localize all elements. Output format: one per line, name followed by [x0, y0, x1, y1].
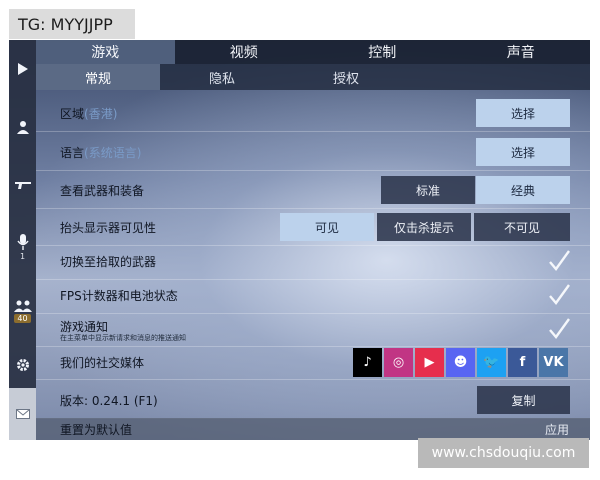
- region-row: 区域(香港) 选择: [36, 95, 590, 132]
- language-row: 语言(系统语言) 选择: [36, 134, 590, 171]
- social-label: 我们的社交媒体: [60, 355, 145, 370]
- youtube-icon[interactable]: ▶: [415, 348, 444, 377]
- notify-checkbox[interactable]: [546, 316, 572, 342]
- social-row: 我们的社交媒体 ♪ ◎ ▶ ☻ 🐦 f VK: [36, 345, 590, 380]
- hud-option-visible[interactable]: 可见: [280, 213, 374, 241]
- weapons-option-classic[interactable]: 经典: [476, 176, 570, 204]
- subtab-privacy[interactable]: 隐私: [160, 64, 284, 90]
- gun-icon: [14, 182, 31, 189]
- language-label: 语言(系统语言): [60, 145, 142, 160]
- main-tabs: 游戏 视频 控制 声音: [36, 40, 590, 64]
- tab-sound[interactable]: 声音: [452, 40, 591, 64]
- version-row: 版本: 0.24.1 (F1) 复制: [36, 382, 590, 419]
- switch-weapon-label: 切换至拾取的武器: [60, 254, 157, 269]
- rail-mail[interactable]: [9, 388, 36, 440]
- person-icon: [16, 121, 29, 134]
- reset-defaults-button[interactable]: 重置为默认值: [60, 421, 132, 438]
- hud-option-hidden[interactable]: 不可见: [474, 213, 570, 241]
- tiktok-icon[interactable]: ♪: [353, 348, 382, 377]
- discord-icon[interactable]: ☻: [446, 348, 475, 377]
- sub-tabs: 常规 隐私 授权: [36, 64, 590, 90]
- settings-screen: 1 40 游戏 视频 控制 声音 常规 隐私 授权 区域(香港) 选择 语言(系…: [9, 40, 590, 440]
- rail-play[interactable]: [9, 40, 36, 98]
- apply-button[interactable]: 应用: [545, 421, 569, 438]
- rail-weapons[interactable]: [9, 156, 36, 214]
- gear-icon: [16, 359, 29, 371]
- rail-voice[interactable]: 1: [9, 214, 36, 280]
- tg-overlay-label: TG: MYYJJPP: [9, 9, 135, 39]
- copy-version-button[interactable]: 复制: [477, 386, 570, 414]
- region-select-button[interactable]: 选择: [476, 99, 570, 127]
- microphone-icon: [16, 233, 29, 250]
- region-value: (香港): [84, 106, 118, 121]
- twitter-icon[interactable]: 🐦: [477, 348, 506, 377]
- bottom-bar: 重置为默认值 应用: [36, 418, 590, 440]
- mail-icon: [15, 409, 30, 419]
- settings-content: 游戏 视频 控制 声音 常规 隐私 授权 区域(香港) 选择 语言(系统语言) …: [36, 40, 590, 440]
- rail-profile[interactable]: [9, 98, 36, 156]
- subtab-license[interactable]: 授权: [284, 64, 408, 90]
- left-rail: 1 40: [9, 40, 36, 440]
- rail-settings[interactable]: [9, 342, 36, 388]
- group-icon: [13, 300, 32, 312]
- fps-row: FPS计数器和电池状态: [36, 277, 590, 314]
- play-icon: [17, 63, 28, 75]
- weapons-row: 查看武器和装备 标准 经典: [36, 172, 590, 209]
- hud-option-kill-only[interactable]: 仅击杀提示: [377, 213, 471, 241]
- language-value: (系统语言): [84, 145, 142, 160]
- version-label: 版本: 0.24.1 (F1): [60, 393, 158, 408]
- facebook-icon[interactable]: f: [508, 348, 537, 377]
- notify-note: 在主菜单中显示新请求和消息的推送通知: [60, 334, 186, 342]
- switch-weapon-row: 切换至拾取的武器: [36, 243, 590, 280]
- clan-count-badge: 40: [14, 313, 31, 323]
- rail-clan[interactable]: 40: [9, 280, 36, 342]
- language-select-button[interactable]: 选择: [476, 138, 570, 166]
- instagram-icon[interactable]: ◎: [384, 348, 413, 377]
- site-watermark: www.chsdouqiu.com: [418, 438, 589, 468]
- vk-icon[interactable]: VK: [539, 348, 568, 377]
- region-label: 区域(香港): [60, 106, 118, 121]
- switch-weapon-checkbox[interactable]: [546, 248, 572, 274]
- hud-label: 抬头显示器可见性: [60, 220, 157, 235]
- notify-row: 游戏通知 在主菜单中显示新请求和消息的推送通知: [36, 311, 590, 347]
- voice-count: 1: [19, 251, 26, 261]
- tab-controls[interactable]: 控制: [313, 40, 452, 64]
- tab-video[interactable]: 视频: [175, 40, 314, 64]
- weapons-option-standard[interactable]: 标准: [381, 176, 475, 204]
- fps-checkbox[interactable]: [546, 282, 572, 308]
- hud-row: 抬头显示器可见性 可见 仅击杀提示 不可见: [36, 209, 590, 246]
- fps-label: FPS计数器和电池状态: [60, 288, 178, 303]
- subtab-general[interactable]: 常规: [36, 64, 160, 90]
- tab-game[interactable]: 游戏: [36, 40, 175, 64]
- weapons-label: 查看武器和装备: [60, 183, 145, 198]
